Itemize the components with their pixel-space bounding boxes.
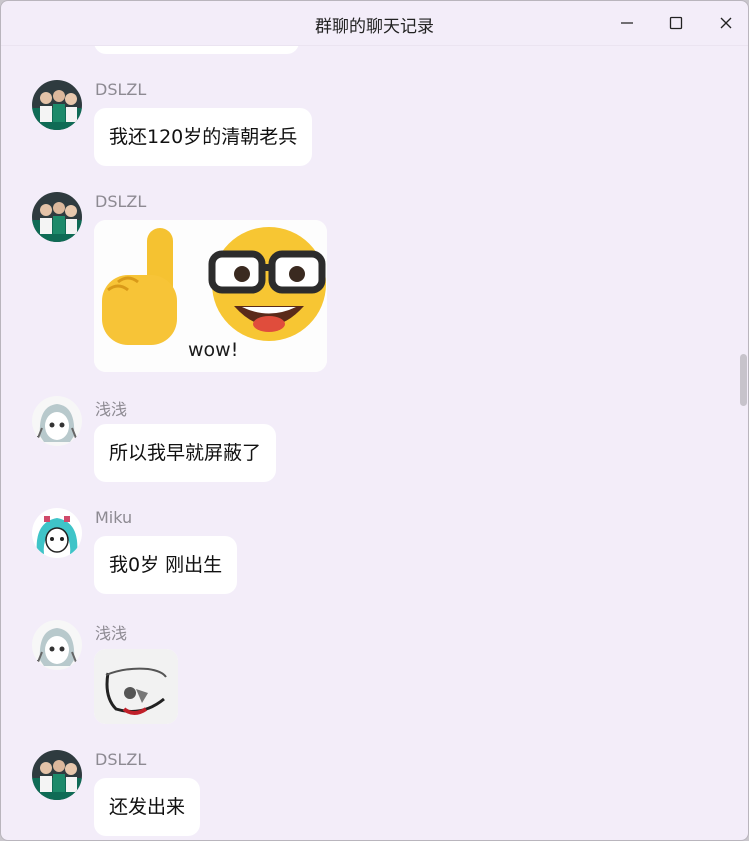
sender-name: 浅浅	[95, 400, 128, 419]
sticker-image[interactable]: wow!	[94, 220, 327, 372]
avatar[interactable]	[32, 750, 82, 800]
sender-name: DSLZL	[95, 750, 147, 769]
message-bubble[interactable]: 我还120岁的清朝老兵	[94, 108, 313, 166]
avatar[interactable]	[32, 620, 82, 670]
avatar[interactable]	[32, 396, 82, 446]
previous-message-bubble	[94, 46, 299, 54]
minimize-button[interactable]	[606, 8, 648, 38]
scrollbar[interactable]	[738, 46, 748, 840]
sticker-caption: wow!	[188, 339, 238, 361]
avatar[interactable]	[32, 508, 82, 558]
sender-name: Miku	[95, 508, 133, 527]
group-photo-avatar	[32, 750, 82, 800]
group-photo-avatar	[32, 80, 82, 130]
close-button[interactable]	[705, 8, 747, 38]
avatar[interactable]	[32, 80, 82, 130]
message-list[interactable]: DSLZL 我还120岁的清朝老兵 DSLZL wow! 浅浅 所以我早就屏蔽了…	[1, 46, 748, 840]
group-photo-avatar	[32, 192, 82, 242]
anime-sketch-avatar	[32, 620, 82, 670]
minimize-icon	[621, 22, 633, 24]
close-icon	[720, 17, 732, 29]
pointing-nerd-emoji-sticker: wow!	[94, 220, 327, 372]
image-message[interactable]	[94, 649, 178, 724]
miku-avatar	[32, 508, 82, 558]
maximize-icon	[669, 16, 683, 30]
message-bubble[interactable]: 我0岁 刚出生	[94, 536, 238, 594]
avatar[interactable]	[32, 192, 82, 242]
sender-name: 浅浅	[95, 624, 128, 643]
chat-history-window: 群聊的聊天记录 DSLZL 我还120岁的清朝老兵 DSLZL wow! 浅浅 …	[0, 0, 749, 841]
sketch-image	[94, 649, 178, 724]
sender-name: DSLZL	[95, 192, 147, 211]
message-bubble[interactable]: 所以我早就屏蔽了	[94, 424, 277, 482]
maximize-button[interactable]	[655, 8, 697, 38]
anime-sketch-avatar	[32, 396, 82, 446]
scrollbar-thumb[interactable]	[740, 354, 747, 406]
nerd-face-icon	[208, 227, 326, 341]
sender-name: DSLZL	[95, 80, 147, 99]
message-bubble[interactable]: 还发出来	[94, 778, 201, 836]
title-bar: 群聊的聊天记录	[1, 1, 748, 46]
